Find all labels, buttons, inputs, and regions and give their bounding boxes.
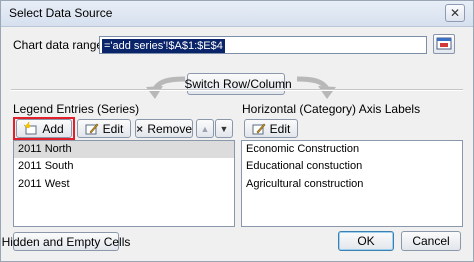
axis-list-item[interactable]: Agricultural construction (246, 178, 363, 190)
edit-icon (85, 123, 99, 134)
move-up-button[interactable]: ▲ (196, 119, 214, 138)
edit-icon (252, 123, 266, 134)
axis-list-item[interactable]: Economic Construction (246, 143, 359, 155)
separator (11, 89, 463, 91)
dialog-title: Select Data Source (9, 6, 113, 20)
chart-data-range-label: Chart data range: (13, 38, 107, 52)
collapse-dialog-button[interactable] (433, 34, 455, 54)
cancel-label: Cancel (412, 234, 450, 248)
select-data-source-dialog: Select Data Source ✕ Chart data range: =… (0, 0, 474, 262)
hidden-empty-cells-label: Hidden and Empty Cells (1, 234, 131, 249)
legend-entries-list[interactable]: 2011 North 2011 South 2011 West (13, 140, 235, 227)
cancel-button[interactable]: Cancel (401, 231, 461, 251)
legend-entries-heading: Legend Entries (Series) (13, 102, 140, 116)
title-bar: Select Data Source ✕ (1, 1, 473, 27)
chart-data-range-value: ='add series'!$A$1:$E$4 (102, 39, 225, 53)
legend-list-item[interactable]: 2011 South (18, 160, 73, 172)
axis-labels-list[interactable]: Economic Construction Educational constu… (241, 140, 463, 227)
ok-label: OK (357, 234, 375, 248)
legend-list-item[interactable]: 2011 West (18, 178, 70, 190)
chart-data-range-input[interactable]: ='add series'!$A$1:$E$4 (99, 36, 427, 54)
edit-series-label: Edit (102, 121, 124, 136)
ok-button[interactable]: OK (338, 231, 394, 251)
edit-series-button[interactable]: Edit (77, 119, 131, 138)
move-up-icon: ▲ (200, 123, 210, 134)
edit-axis-labels-label: Edit (269, 121, 291, 136)
switch-row-column-button[interactable]: Switch Row/Column (184, 73, 292, 95)
move-down-button[interactable]: ▼ (215, 119, 233, 138)
hidden-empty-cells-button[interactable]: Hidden and Empty Cells (2, 232, 130, 251)
remove-series-label: Remove (147, 121, 192, 136)
range-select-icon (436, 37, 452, 50)
remove-x-icon (136, 125, 143, 132)
remove-series-button[interactable]: Remove (135, 119, 193, 138)
close-icon: ✕ (449, 6, 461, 20)
close-button[interactable]: ✕ (445, 4, 465, 22)
legend-list-item[interactable]: 2011 North (18, 143, 72, 155)
axis-list-item[interactable]: Educational constuction (246, 160, 362, 172)
curved-arrow-right-icon (296, 76, 336, 99)
edit-axis-labels-button[interactable]: Edit (244, 119, 298, 138)
add-button-highlight (13, 117, 75, 140)
move-down-icon: ▼ (219, 123, 229, 134)
axis-labels-heading: Horizontal (Category) Axis Labels (242, 102, 421, 116)
